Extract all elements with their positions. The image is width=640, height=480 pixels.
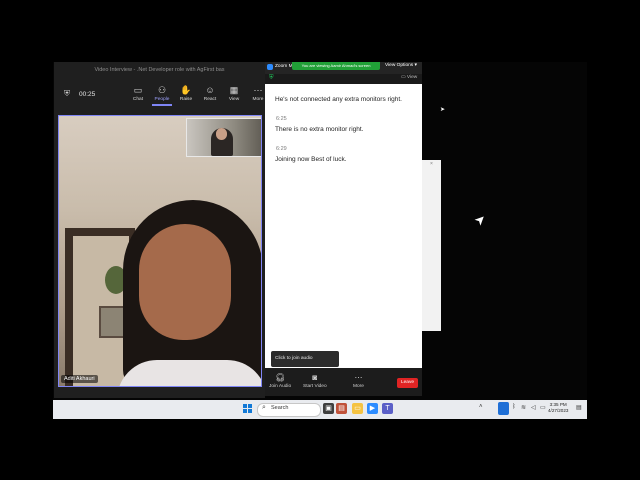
shield-icon[interactable]: ⛨ [64,90,72,98]
screen-share-banner: You are viewing Aamir Ahmad's screen [292,62,380,70]
zoom-meeting-window: Zoom M You are viewing Aamir Ahmad's scr… [265,62,422,396]
search-icon: ⌕ [262,404,266,411]
view-button[interactable]: ▦ View [223,85,245,102]
grid-icon: ▦ [229,85,239,95]
join-audio-tooltip: Click to join audio [271,351,339,367]
chat-message: He's not connected any extra monitors ri… [275,96,402,103]
zoom-logo-icon [267,64,273,70]
view-icon: ▭ [401,75,406,80]
app-icon[interactable]: ▤ [336,403,347,414]
headphones-icon: 🎧︎ [274,373,286,382]
view-options-button[interactable]: View Options ▾ [385,63,417,68]
leave-button[interactable]: Leave [397,378,418,388]
participant-video[interactable]: Aditi Akhauri [58,115,262,387]
raise-hand-button[interactable]: ✋ Raise [175,85,197,102]
view-label: View [406,75,418,80]
active-tray-icon[interactable] [498,402,509,415]
chevron-up-icon[interactable]: ˄ [479,404,483,410]
start-video-button[interactable]: ◙ Start Video [303,373,327,389]
raise-hand-icon: ✋ [180,85,192,95]
people-icon: ⚇ [157,85,167,95]
file-explorer-icon[interactable]: ▭ [352,403,363,414]
search-label: Search [271,405,289,411]
taskbar-clock[interactable]: 3:35 PM 4/27/2023 [548,402,568,414]
people-button[interactable]: ⚇ People [151,85,173,102]
active-tab-indicator [152,104,172,106]
chat-button[interactable]: ▭ Chat [127,85,149,102]
bluetooth-icon[interactable]: ᛒ [512,404,516,410]
react-button[interactable]: ☺ React [199,85,221,102]
view-button[interactable]: ▭ View [401,75,417,80]
taskbar-search[interactable] [257,403,321,417]
participant-figure [117,360,261,386]
teams-meeting-window: Video Interview - .Net Developer role wi… [54,62,265,398]
more-button[interactable]: ⋯ More [353,373,364,389]
chat-timestamp: 6:29 [276,146,287,152]
more-icon: ⋯ [354,373,363,382]
smiley-icon: ☺ [205,85,215,95]
task-view-icon[interactable]: ▣ [323,403,334,414]
close-icon[interactable]: × [430,161,433,167]
windows-start-icon[interactable] [243,404,252,413]
join-audio-button[interactable]: 🎧︎ Join Audio [269,373,291,389]
zoom-taskbar-icon[interactable]: ▶ [367,403,378,414]
mouse-cursor-icon: ➤ [440,107,446,113]
background-window [422,160,441,331]
zoom-title: Zoom M [275,64,293,69]
chat-message: Joining now Best of luck. [275,156,347,163]
participant-figure [139,224,231,340]
security-shield-icon[interactable]: ⛨ [269,75,274,82]
chat-icon: ▭ [133,85,143,95]
battery-icon[interactable]: ▭ [540,404,546,411]
participant-name-tag: Aditi Akhauri [61,375,98,383]
view-options-label: View Options [385,63,414,68]
chevron-down-icon: ▾ [414,63,417,68]
self-view-figure [216,128,227,140]
video-off-icon: ◙ [312,373,318,382]
clock-date: 4/27/2023 [548,408,569,413]
teams-taskbar-icon[interactable]: T [382,403,393,414]
self-view-video[interactable] [186,118,261,157]
chat-timestamp: 6:25 [276,116,287,122]
wifi-icon[interactable]: ≋ [521,404,526,411]
window-title: Video Interview - .Net Developer role wi… [94,67,225,73]
notification-icon[interactable]: ▤ [576,404,582,411]
volume-icon[interactable]: ◁ [531,404,536,411]
zoom-sub-bar [265,74,422,84]
call-timer: 00:25 [79,91,96,98]
chat-message: There is no extra monitor right. [275,126,364,133]
